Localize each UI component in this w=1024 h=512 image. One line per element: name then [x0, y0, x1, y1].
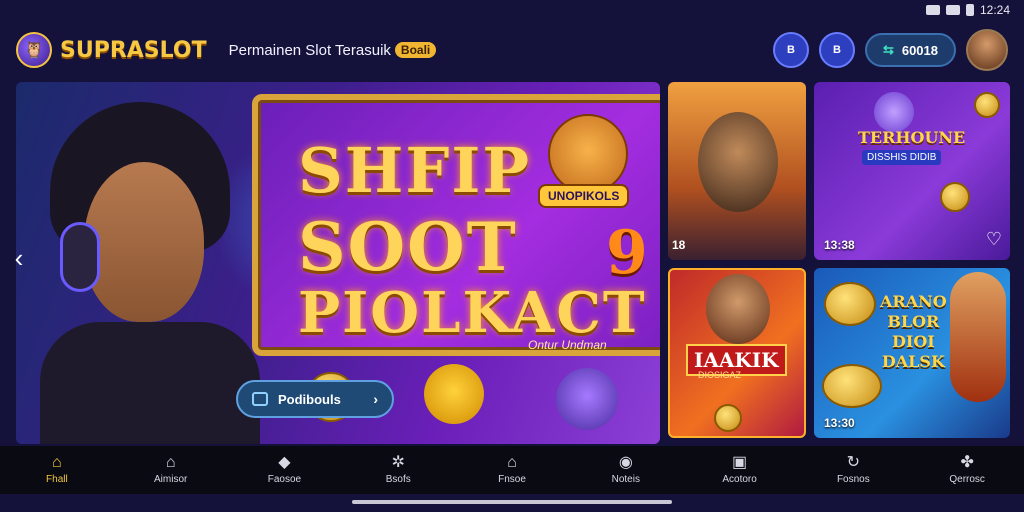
- ball-icon: ◉: [618, 454, 633, 471]
- nav-label: Qerrosc: [949, 474, 985, 485]
- cat-mascot-icon: [874, 92, 914, 132]
- nav-item-4[interactable]: ✲ Bsofs: [341, 446, 455, 494]
- settings-icon: ✤: [960, 454, 974, 471]
- square-icon: [252, 392, 268, 406]
- owl-logo-icon: 🦉: [16, 32, 52, 68]
- nav-label: Fosnos: [836, 474, 870, 485]
- transfer-icon: ⇆: [882, 42, 894, 57]
- nav-label: Faosoe: [267, 474, 302, 485]
- heart-icon[interactable]: ♡: [986, 229, 1002, 250]
- banner-line-2: SOOT: [298, 208, 518, 286]
- coin-icon: [714, 404, 742, 432]
- header: 🦉 SUPRASLOT Permainen Slot Terasuik Boal…: [0, 22, 1024, 78]
- hero-character-image: [40, 102, 260, 444]
- signal-icon: [945, 5, 960, 15]
- status-bar: 12:24: [0, 0, 1024, 20]
- chevron-right-icon: ›: [373, 391, 378, 407]
- tagline-badge: Boali: [394, 42, 437, 58]
- hero-cta-button[interactable]: Podibouls ›: [236, 380, 394, 418]
- nav-label: Noteis: [611, 474, 640, 485]
- nav-item-home[interactable]: ⌂ Fhall: [0, 446, 114, 494]
- header-actions: B B ⇆ 60018: [772, 29, 1008, 71]
- banner-line-1: SHFIP: [298, 134, 531, 207]
- nav-label: Fhall: [46, 474, 68, 485]
- character-image: [698, 112, 778, 212]
- home-indicator[interactable]: [352, 500, 672, 504]
- carousel-prev-button[interactable]: ‹: [4, 240, 34, 276]
- round-button-1[interactable]: B: [772, 32, 809, 68]
- game-card-time: 18: [672, 238, 686, 252]
- coin-icon: [974, 92, 1000, 118]
- character-image: [706, 274, 770, 344]
- mail-icon: ▣: [732, 454, 748, 471]
- game-card[interactable]: 18: [668, 82, 806, 260]
- nav-item-3[interactable]: ◆ Faosoe: [228, 446, 342, 494]
- game-card[interactable]: TERHOUNE DISSHIS DIDIB 13:38 ♡: [814, 82, 1010, 260]
- character-image: [950, 272, 1006, 402]
- game-card-time: 13:38: [824, 238, 855, 252]
- gift-icon: ✲: [391, 454, 405, 471]
- banner-badge: UNOPIKOLS: [538, 184, 630, 208]
- avatar[interactable]: [966, 29, 1008, 71]
- banner-number: 9: [606, 218, 648, 288]
- building-icon: ⌂: [165, 454, 176, 471]
- wolf-mascot-icon: [556, 368, 618, 430]
- balance-button[interactable]: ⇆ 60018: [864, 33, 956, 67]
- nav-item-7[interactable]: ▣ Acotoro: [683, 446, 797, 494]
- fox-mascot-icon: [548, 114, 628, 194]
- game-card[interactable]: IAAKIK DIOSIGAZ: [668, 268, 806, 438]
- nav-item-8[interactable]: ↻ Fosnos: [796, 446, 910, 494]
- house-icon: ⌂: [507, 454, 517, 471]
- bottom-nav: ⌂ Fhall ⌂ Aimisor ◆ Faosoe ✲ Bsofs ⌂ Fnsoe ◉ N…: [0, 446, 1024, 494]
- home-icon: ⌂: [52, 454, 62, 471]
- coin-icon: [824, 282, 876, 326]
- nav-label: Aimisor: [154, 474, 188, 485]
- logo[interactable]: 🦉 SUPRASLOT: [16, 32, 207, 68]
- battery-icon: [965, 4, 974, 16]
- nav-item-9[interactable]: ✤ Qerrosc: [910, 446, 1024, 494]
- game-card[interactable]: ARANO BLOR DIOI DALSK 13:30: [814, 268, 1010, 438]
- tagline: Permainen Slot Terasuik Boali: [229, 42, 437, 59]
- game-card-time: 13:30: [824, 416, 855, 430]
- hero-banner[interactable]: SHFIP UNOPIKOLS SOOT 9 PIOLKACT Ontur Un…: [252, 94, 660, 356]
- nav-item-2[interactable]: ⌂ Aimisor: [114, 446, 228, 494]
- nav-item-5[interactable]: ⌂ Fnsoe: [455, 446, 569, 494]
- headphones-icon: [60, 222, 100, 292]
- nav-label: Acotoro: [722, 474, 757, 485]
- status-time: 12:24: [979, 3, 1010, 17]
- wifi-icon: [925, 5, 940, 15]
- logo-text: SUPRASLOT: [60, 37, 207, 63]
- game-card-title: TERHOUNE: [858, 128, 966, 147]
- game-card-subtitle: DISSHIS DIDIB: [862, 150, 942, 165]
- coin-icon: [822, 364, 882, 408]
- coin-icon: [940, 182, 970, 212]
- diamond-icon: ◆: [278, 454, 291, 471]
- cat-mascot-icon: [424, 364, 484, 424]
- round-button-2[interactable]: B: [818, 32, 855, 68]
- nav-label: Fnsoe: [498, 474, 526, 485]
- banner-subtitle: Ontur Undman: [528, 338, 607, 352]
- refresh-icon: ↻: [846, 454, 861, 471]
- tagline-text: Permainen Slot Terasuik: [228, 41, 391, 59]
- hero-carousel[interactable]: SHFIP UNOPIKOLS SOOT 9 PIOLKACT Ontur Un…: [16, 82, 660, 444]
- nav-item-6[interactable]: ◉ Noteis: [569, 446, 683, 494]
- hero-cta-label: Podibouls: [278, 391, 341, 407]
- banner-line-3: PIOLKACT: [298, 280, 647, 346]
- nav-label: Bsofs: [385, 474, 411, 485]
- balance-label: 60018: [901, 42, 938, 58]
- game-card-subtitle: DIOSIGAZ: [698, 370, 742, 380]
- game-card-title: ARANO BLOR DIOI DALSK: [880, 292, 947, 371]
